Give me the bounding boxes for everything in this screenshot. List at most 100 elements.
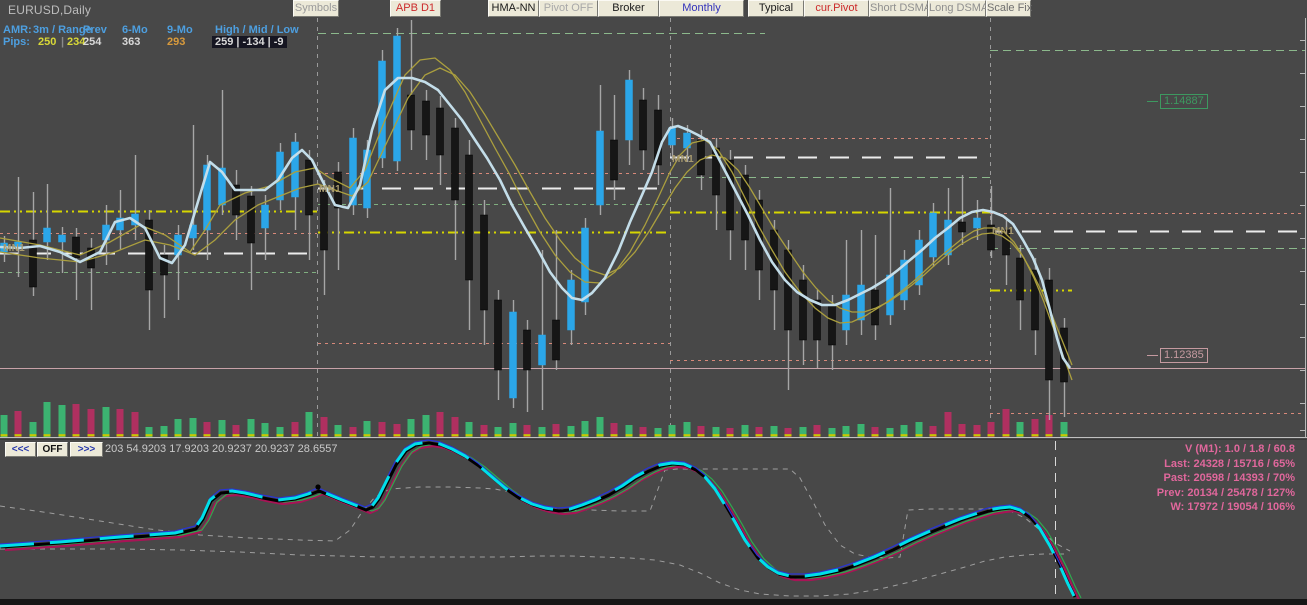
volume-tick bbox=[305, 434, 313, 437]
forward-button[interactable]: >>> bbox=[70, 442, 103, 457]
volume-tick bbox=[755, 434, 763, 437]
volume-tick bbox=[174, 434, 182, 437]
volume-tick bbox=[770, 434, 778, 437]
candle-bearish bbox=[480, 214, 488, 311]
volume-tick bbox=[0, 434, 8, 437]
volume-tick bbox=[480, 434, 488, 437]
candle-bearish bbox=[436, 107, 444, 156]
volume-tick bbox=[1031, 434, 1039, 437]
candle-bearish bbox=[726, 159, 734, 231]
volume-tick bbox=[378, 434, 386, 437]
volume-tick bbox=[203, 434, 211, 437]
candle-bearish bbox=[407, 94, 415, 131]
volume-tick bbox=[697, 434, 705, 437]
volume-tick bbox=[1016, 434, 1024, 437]
price-chart-canvas[interactable] bbox=[0, 0, 1307, 605]
toolbar-button-pivot-off[interactable]: Pivot OFF bbox=[539, 0, 598, 17]
info-row2-cell-1: 250 bbox=[38, 36, 57, 48]
volume-stats-panel: V (M1): 1.0 / 1.8 / 60.8 Last: 24328 / 15… bbox=[1157, 442, 1295, 515]
bottom-edge-strip bbox=[0, 599, 1307, 605]
off-button[interactable]: OFF bbox=[37, 442, 68, 457]
volume-tick bbox=[87, 434, 95, 437]
volume-bar bbox=[305, 412, 313, 437]
volume-tick bbox=[320, 434, 328, 437]
info-row2-cell-0: Pips: bbox=[3, 36, 30, 48]
info-row2-cell-5: 363 bbox=[122, 36, 141, 48]
volume-tick bbox=[509, 434, 517, 437]
candle-bullish bbox=[929, 212, 937, 258]
candle-bearish bbox=[451, 127, 459, 201]
volume-bar bbox=[944, 412, 952, 437]
volume-tick bbox=[523, 434, 531, 437]
candle-bearish bbox=[784, 249, 792, 331]
candle-bearish bbox=[552, 319, 560, 361]
oscillator-signal-dot bbox=[315, 484, 321, 490]
candle-bullish bbox=[857, 284, 865, 321]
volume-tick bbox=[436, 434, 444, 437]
volume-tick bbox=[944, 434, 952, 437]
volume-tick bbox=[334, 434, 342, 437]
volume-tick bbox=[451, 434, 459, 437]
volume-tick bbox=[973, 434, 981, 437]
volume-tick bbox=[276, 434, 284, 437]
volume-tick bbox=[741, 434, 749, 437]
oscillator-values-text: 203 54.9203 17.9203 20.9237 20.9237 28.6… bbox=[105, 443, 338, 455]
volume-bar bbox=[422, 415, 430, 437]
rewind-button[interactable]: <<< bbox=[5, 442, 36, 457]
volume-bar bbox=[436, 412, 444, 437]
candle-bearish bbox=[1016, 257, 1024, 301]
price-label-1-12385: 1.12385 bbox=[1160, 348, 1208, 363]
volume-tick bbox=[799, 434, 807, 437]
volume-tick bbox=[218, 434, 226, 437]
volume-tick bbox=[929, 434, 937, 437]
candle-bearish bbox=[697, 139, 705, 176]
toolbar-button-symbols[interactable]: Symbols bbox=[293, 0, 339, 17]
volume-tick bbox=[567, 434, 575, 437]
info-row2-cell-7: 259 | -134 | -9 bbox=[212, 36, 287, 48]
volume-tick bbox=[131, 434, 139, 437]
toolbar-button-broker[interactable]: Broker bbox=[598, 0, 659, 17]
mn1-pivot-label: MN1 bbox=[992, 226, 1015, 237]
info-row1-cell-0: AMR: bbox=[3, 24, 32, 36]
candle-bearish bbox=[639, 99, 647, 151]
volume-bar bbox=[72, 404, 80, 437]
toolbar-button-short-dsma[interactable]: Short DSMA bbox=[869, 0, 931, 17]
volume-bar bbox=[451, 417, 459, 437]
stats-line-2: Past: 20598 / 14393 / 70% bbox=[1163, 472, 1295, 485]
volume-tick bbox=[596, 434, 604, 437]
volume-tick bbox=[102, 434, 110, 437]
toolbar-button-cur-pivot[interactable]: cur.Pivot bbox=[804, 0, 869, 17]
candle-bullish bbox=[43, 227, 51, 243]
info-row1-cell-3: 6-Mo bbox=[122, 24, 148, 36]
volume-bar bbox=[87, 409, 95, 437]
volume-tick bbox=[958, 434, 966, 437]
toolbar-button-monthly[interactable]: Monthly bbox=[659, 0, 744, 17]
toolbar-button-scale-fix[interactable]: Scale Fix bbox=[986, 0, 1032, 17]
toolbar-button-long-dsma[interactable]: Long DSMA bbox=[928, 0, 988, 17]
volume-tick bbox=[189, 434, 197, 437]
toolbar-button-hma-nn[interactable]: HMA-NN bbox=[488, 0, 539, 17]
volume-tick bbox=[900, 434, 908, 437]
volume-tick bbox=[72, 434, 80, 437]
mt4-chart-window: EURUSD,Daily AMR: 3m / Range Prev 6-Mo 9-Mo H… bbox=[0, 0, 1307, 605]
info-row2-cell-6: 293 bbox=[167, 36, 186, 48]
candle-bullish bbox=[625, 79, 633, 141]
stats-line-3: Prev: 20134 / 25478 / 127% bbox=[1156, 486, 1295, 499]
toolbar-button-typical[interactable]: Typical bbox=[748, 0, 804, 17]
volume-bar bbox=[0, 415, 8, 437]
volume-tick bbox=[552, 434, 560, 437]
candle-bullish bbox=[886, 274, 894, 316]
stats-line-4: W: 17972 / 19054 / 106% bbox=[1170, 501, 1295, 514]
toolbar-button-apb-d1[interactable]: APB D1 bbox=[390, 0, 441, 17]
volume-bar bbox=[116, 409, 124, 437]
volume-tick bbox=[857, 434, 865, 437]
mn1-pivot-label: MN1 bbox=[672, 154, 695, 165]
volume-tick bbox=[625, 434, 633, 437]
volume-bar bbox=[596, 417, 604, 437]
volume-tick bbox=[14, 434, 22, 437]
volume-bar bbox=[102, 407, 110, 437]
volume-tick bbox=[232, 434, 240, 437]
volume-tick bbox=[842, 434, 850, 437]
info-row2-cell-2: | bbox=[61, 36, 65, 48]
volume-tick bbox=[610, 434, 618, 437]
